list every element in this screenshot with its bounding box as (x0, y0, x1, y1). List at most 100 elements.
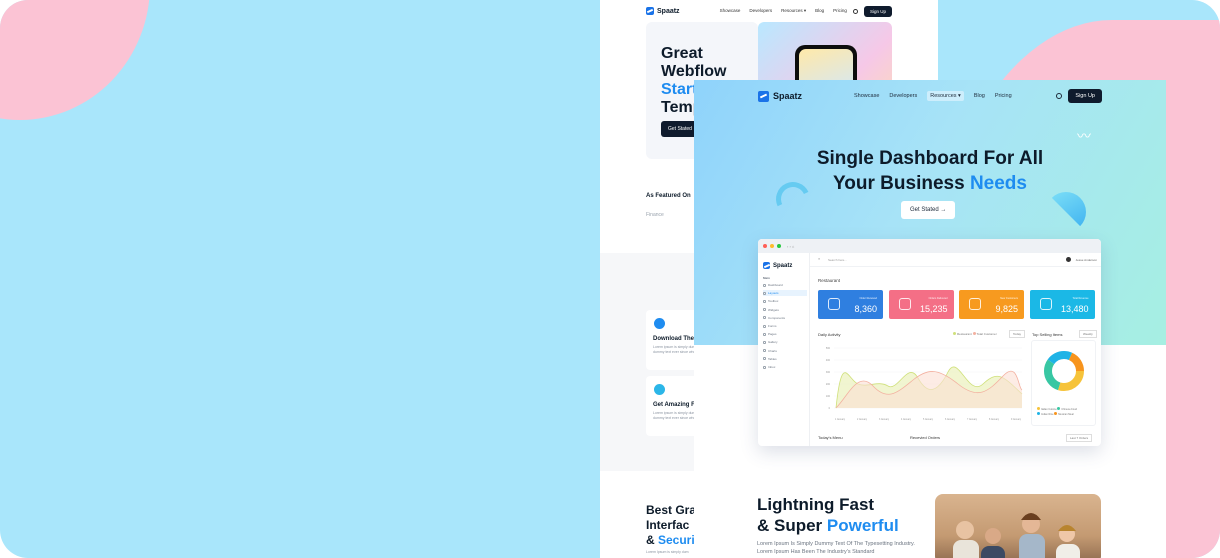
sidebar-item-icon (763, 299, 766, 303)
activity-chart: 500 400 300 200 100 0 1 January 2 January 3 Janu… (818, 340, 1026, 426)
back-brand[interactable]: Spaatz (646, 7, 680, 15)
stat-value: 8,360 (854, 304, 877, 314)
y-tick-label: 0 (829, 407, 831, 410)
sidebar-item-icon (763, 308, 766, 312)
nav-link-resources[interactable]: Resources ▾ (781, 8, 806, 14)
y-tick-label: 300 (826, 371, 831, 374)
stat-card[interactable]: Total Revenue 13,480 (1029, 290, 1095, 319)
y-tick-label: 500 (826, 347, 831, 350)
sidebar-item[interactable]: Toolbox (763, 298, 807, 304)
nav-link-resources[interactable]: Resources ▾ (927, 91, 964, 101)
dashboard-main: ≡ Search here... Jesse Anderson Restaura… (810, 253, 1101, 446)
stat-label: Orders Delivered (928, 297, 948, 300)
sidebar-item-label: Tables (768, 356, 777, 361)
stat-icon (1039, 298, 1052, 310)
sidebar-heading: Main (763, 276, 770, 280)
front-page-preview: 〰 Spaatz Showcase Developers Resources ▾… (694, 80, 1166, 558)
sidebar-item[interactable]: Tables (763, 356, 807, 362)
lightning-subtext: Lorem Ipsum Is Simply Dummy Text Of The … (757, 541, 915, 555)
sidebar-item-icon (763, 324, 766, 328)
nav-link-developers[interactable]: Developers (889, 93, 917, 99)
menu-icon[interactable]: ≡ (818, 257, 820, 261)
feature-icon (654, 384, 665, 395)
stat-value: 9,825 (995, 304, 1018, 314)
stat-icon (969, 298, 981, 310)
get-started-button[interactable]: Get Stated → (901, 201, 956, 219)
sidebar-item-icon (763, 316, 766, 320)
sidebar-item[interactable]: Components (763, 315, 807, 321)
sidebar-item[interactable]: Layouts (763, 290, 807, 297)
dashboard-search[interactable]: Search here... (828, 258, 847, 262)
top-selling-panel: Italian Cuisine Chinese Food Indian Rice… (1031, 340, 1096, 426)
nav-link-developers[interactable]: Developers (749, 8, 772, 14)
decorative-pink-blob (0, 0, 150, 120)
front-nav-links: Showcase Developers Resources ▾ Blog Pri… (854, 91, 1012, 101)
x-tick-label: 7 January (967, 418, 978, 421)
stat-card[interactable]: Orders Delivered 15,235 (888, 290, 954, 319)
search-icon[interactable] (1056, 93, 1063, 99)
sidebar-item[interactable]: Forms (763, 323, 807, 329)
dashboard-mockup: ‹ › ⌂ Spaatz Main Dashboard Layouts Toolbo… (758, 239, 1101, 446)
nav-link-showcase[interactable]: Showcase (854, 93, 879, 99)
sidebar-item-label: Components (768, 315, 786, 320)
avatar[interactable] (1066, 257, 1071, 262)
activity-chart-svg: 500 400 300 200 100 0 1 January 2 January 3 Janu… (826, 347, 1023, 421)
back-nav-right: Sign Up (852, 5, 892, 17)
sidebar-item[interactable]: Gallery (763, 339, 807, 345)
sidebar-item-label: Dashboard (768, 283, 783, 287)
sidebar-item-label: Inbox (768, 365, 776, 369)
sidebar-item[interactable]: Inbox (763, 364, 807, 370)
best-heading: Best Gra Interfac & Securi (646, 503, 697, 547)
signup-button[interactable]: Sign Up (1068, 89, 1102, 103)
x-tick-label: 5 January (923, 418, 934, 421)
dashboard-sidebar: Spaatz Main Dashboard Layouts Toolbox Widge… (758, 253, 810, 446)
minimize-dot-icon (770, 244, 774, 248)
sidebar-item[interactable]: Charts (763, 348, 807, 354)
x-tick-label: 6 January (945, 418, 956, 421)
back-nav-links: Showcase Developers Resources ▾ Blog Pri… (720, 8, 847, 14)
shape-decoration (1046, 192, 1086, 232)
nav-link-showcase[interactable]: Showcase (720, 8, 741, 14)
stat-label: Order Received (859, 297, 877, 300)
stat-value: 15,235 (919, 304, 948, 314)
sidebar-item[interactable]: Dashboard (763, 282, 807, 288)
stat-card[interactable]: New Customers 9,825 (959, 290, 1024, 319)
received-orders-title: Recevied Orders (910, 435, 941, 440)
x-tick-label: 2 January (857, 418, 868, 421)
nav-link-pricing[interactable]: Pricing (995, 93, 1012, 99)
stat-card[interactable]: Order Received 8,360 (818, 290, 883, 319)
signup-button[interactable]: Sign Up (863, 5, 892, 17)
last-orders-button[interactable]: Last 7 Orders (1066, 434, 1093, 442)
download-icon (654, 318, 665, 329)
maximize-dot-icon (777, 244, 781, 248)
sidebar-item-icon (763, 365, 766, 369)
best-subtext: Lorem Ipsum is simply dum (646, 550, 689, 554)
nav-link-pricing[interactable]: Pricing (833, 8, 847, 14)
sidebar-item[interactable]: Widgets (763, 307, 807, 313)
search-icon[interactable] (852, 8, 858, 14)
wave-decoration: 〰 (1077, 128, 1091, 144)
sidebar-item-label: Gallery (768, 340, 778, 345)
user-name[interactable]: Jesse Anderson (1076, 258, 1097, 262)
lightning-heading: Lightning Fast & Super Powerful (757, 495, 899, 535)
nav-link-blog[interactable]: Blog (974, 93, 985, 99)
featured-title: As Featured On (646, 193, 691, 199)
x-tick-label: 9 January (1011, 418, 1022, 421)
sidebar-item[interactable]: Pages (763, 331, 807, 337)
logo-icon (763, 262, 770, 269)
top-selling-title: Top Selling Items (1032, 332, 1063, 337)
front-brand[interactable]: Spaatz (758, 90, 802, 102)
sidebar-item-label: Pages (768, 332, 777, 337)
sidebar-item-icon (763, 291, 766, 295)
stat-label: Total Revenue (1072, 297, 1089, 300)
stat-value: 13,480 (1060, 304, 1089, 314)
top-selling-filter[interactable]: Weekly (1079, 330, 1097, 338)
sidebar-item-label: Widgets (768, 307, 779, 312)
activity-filter[interactable]: Today (1009, 330, 1026, 338)
nav-link-blog[interactable]: Blog (815, 8, 824, 14)
activity-title: Daily Activity (818, 332, 841, 337)
y-tick-label: 200 (826, 383, 831, 386)
sidebar-item-label: Toolbox (768, 299, 779, 304)
logo-icon (758, 90, 769, 102)
y-tick-label: 400 (826, 359, 831, 362)
